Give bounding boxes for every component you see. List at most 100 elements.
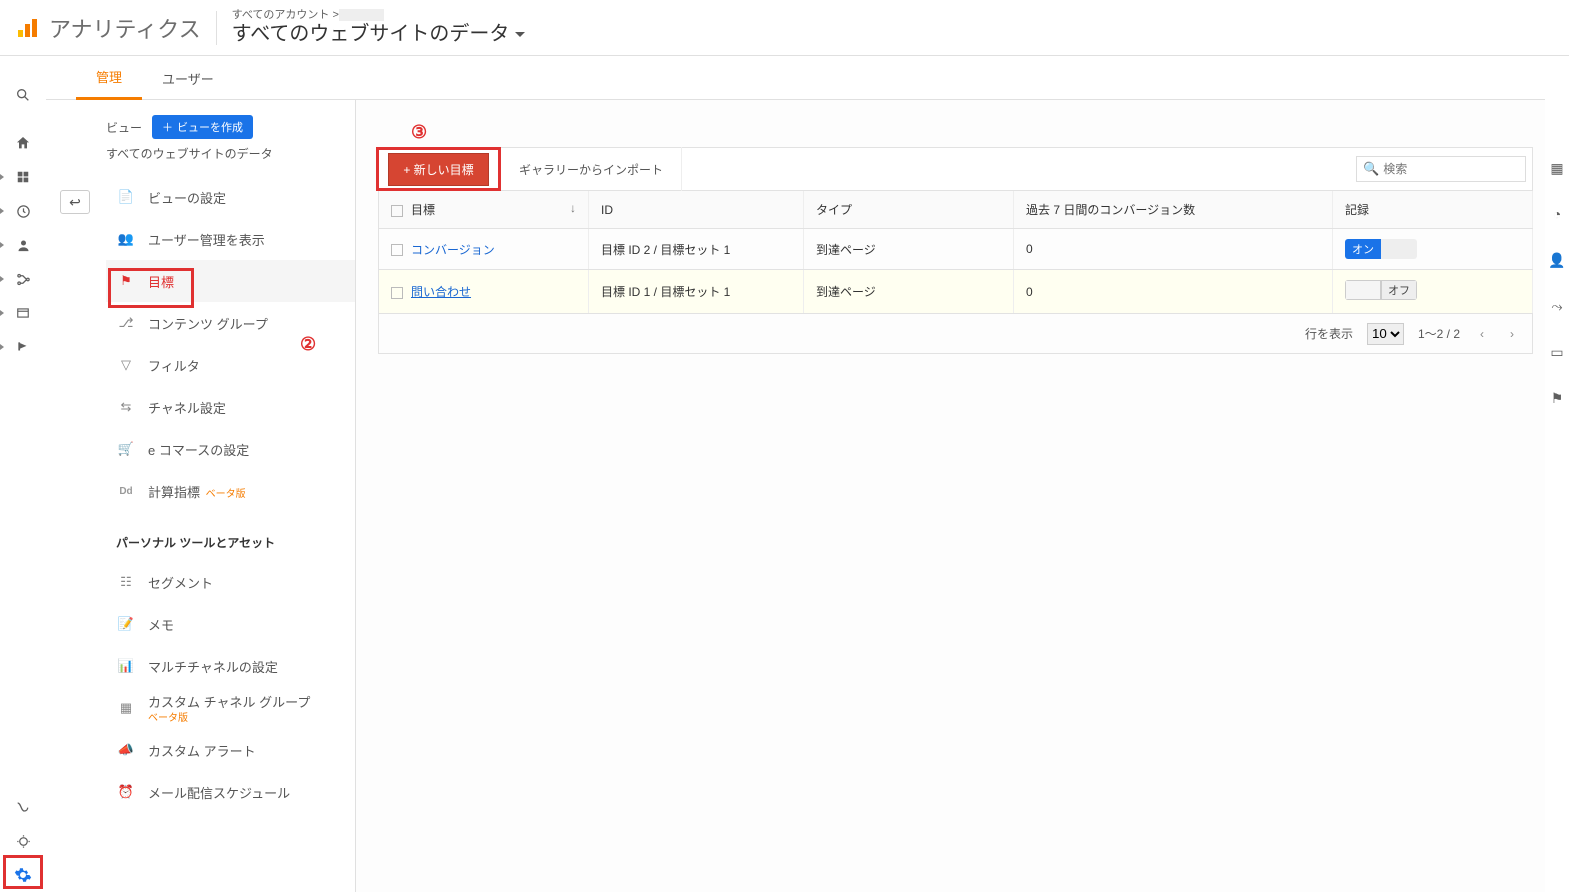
search-box[interactable]: 🔍: [1356, 156, 1526, 182]
note-icon: 📝: [116, 614, 136, 634]
cell-type: 到達ページ: [804, 270, 1014, 314]
right-dashboard-icon[interactable]: ▦: [1545, 158, 1569, 178]
right-nav-rail: ▦ ◔ 👤 ⤳ ▭ ⚑: [1545, 56, 1569, 408]
grid-icon: ▦: [116, 698, 136, 718]
search-icon[interactable]: [0, 78, 46, 112]
swap-icon: ⇆: [116, 397, 136, 417]
cart-icon: 🛒: [116, 439, 136, 459]
sidebar-item-channel[interactable]: ⇆ チャネル設定: [106, 386, 355, 428]
dd-icon: Dd: [116, 481, 136, 501]
sidebar-item-filter[interactable]: ▽ フィルタ: [106, 344, 355, 386]
bar-icon: 📊: [116, 656, 136, 676]
flag-icon: ⚑: [116, 271, 136, 291]
clock-icon: ⏰: [116, 782, 136, 802]
cell-count: 0: [1014, 229, 1333, 270]
back-button[interactable]: ↩: [60, 190, 90, 214]
rows-select[interactable]: 10: [1367, 323, 1404, 345]
prev-page-button[interactable]: ‹: [1474, 327, 1490, 341]
account-picker[interactable]: すべてのアカウント > すべてのウェブサイトのデータ: [232, 9, 526, 46]
sidebar-item-custom-channel[interactable]: ▦ カスタム チャネル グループ ベータ版: [106, 687, 355, 729]
realtime-icon[interactable]: [0, 194, 46, 228]
goals-table: 目標↓ ID タイプ 過去 7 日間のコンバージョン数 記録 コンバージョン 目…: [378, 191, 1533, 314]
goal-link[interactable]: 問い合わせ: [411, 285, 471, 299]
branch-icon: ⎇: [116, 313, 136, 333]
sidebar-item-calc-metric[interactable]: Dd 計算指標 ベータ版: [106, 470, 355, 512]
attribution-icon[interactable]: [0, 790, 46, 824]
admin-tabs: 管理 ユーザー: [46, 56, 1545, 100]
tab-admin[interactable]: 管理: [76, 56, 142, 100]
col-record[interactable]: 記録: [1333, 191, 1533, 229]
cell-type: 到達ページ: [804, 229, 1014, 270]
record-toggle[interactable]: オフ: [1345, 280, 1417, 300]
discover-icon[interactable]: [0, 824, 46, 858]
header-separator: [216, 11, 217, 45]
app-header: アナリティクス すべてのアカウント > すべてのウェブサイトのデータ: [0, 0, 1569, 56]
col-count[interactable]: 過去 7 日間のコンバージョン数: [1014, 191, 1333, 229]
annotation-2: ②: [300, 334, 316, 355]
sidebar-item-view-settings[interactable]: 📄 ビューの設定: [106, 176, 355, 218]
search-input[interactable]: [1383, 162, 1519, 176]
admin-gear-icon[interactable]: [0, 858, 46, 892]
right-acquisition-icon[interactable]: ⤳: [1545, 296, 1569, 316]
annotation-box-3: + 新しい目標: [376, 147, 501, 191]
sidebar-item-mail-schedule[interactable]: ⏰ メール配信スケジュール: [106, 771, 355, 813]
segment-icon: ☷: [116, 572, 136, 592]
conversions-icon[interactable]: [0, 330, 46, 364]
col-id[interactable]: ID: [589, 191, 804, 229]
view-name-small: すべてのウェブサイトのデータ: [106, 145, 355, 162]
sidebar-item-custom-alert[interactable]: 📣 カスタム アラート: [106, 729, 355, 771]
cell-id: 目標 ID 2 / 目標セット 1: [589, 229, 804, 270]
home-icon[interactable]: [0, 126, 46, 160]
left-nav-rail: [0, 56, 46, 892]
customize-icon[interactable]: [0, 160, 46, 194]
breadcrumb: すべてのアカウント >: [232, 9, 526, 22]
import-gallery-button[interactable]: ギャラリーからインポート: [501, 147, 682, 191]
right-audience-icon[interactable]: 👤: [1545, 250, 1569, 270]
create-view-button[interactable]: ＋ビューを作成: [152, 115, 253, 139]
sidebar-item-user-mgmt[interactable]: 👥 ユーザー管理を表示: [106, 218, 355, 260]
sidebar-section-personal: パーソナル ツールとアセット: [106, 512, 355, 561]
users-icon: 👥: [116, 229, 136, 249]
new-goal-button[interactable]: + 新しい目標: [388, 153, 488, 186]
caret-down-icon: [515, 32, 525, 37]
cell-count: 0: [1014, 270, 1333, 314]
behavior-icon[interactable]: [0, 296, 46, 330]
audience-icon[interactable]: [0, 228, 46, 262]
product-title: アナリティクス: [49, 12, 201, 44]
funnel-icon: ▽: [116, 355, 136, 375]
sidebar-item-memo[interactable]: 📝 メモ: [106, 603, 355, 645]
view-name: すべてのウェブサイトのデータ: [232, 22, 510, 46]
right-behavior-icon[interactable]: ▭: [1545, 342, 1569, 362]
row-checkbox[interactable]: [391, 244, 403, 256]
ga-logo-icon: [15, 16, 39, 40]
right-realtime-icon[interactable]: ◔: [1545, 204, 1569, 224]
table-row: 問い合わせ 目標 ID 1 / 目標セット 1 到達ページ 0 オフ: [379, 270, 1533, 314]
sidebar-item-ecommerce[interactable]: 🛒 e コマースの設定: [106, 428, 355, 470]
acquisition-icon[interactable]: [0, 262, 46, 296]
goals-toolbar: + 新しい目標 ギャラリーからインポート 🔍: [378, 147, 1533, 191]
col-goal[interactable]: 目標↓: [379, 191, 589, 229]
row-checkbox[interactable]: [391, 287, 403, 299]
sidebar-item-multichannel[interactable]: 📊 マルチチャネルの設定: [106, 645, 355, 687]
table-pager: 行を表示 10 1～2 / 2 ‹ ›: [378, 314, 1533, 354]
sort-down-icon: ↓: [570, 201, 576, 215]
sidebar-item-content-group[interactable]: ⎇ コンテンツ グループ: [106, 302, 355, 344]
content-area: 管理 ユーザー ビュー ＋ビューを作成 すべてのウェブサイトのデータ ↩ 📄 ビ…: [46, 56, 1545, 892]
goals-main-pane: ③ + 新しい目標 ギャラリーからインポート 🔍 目標↓ ID: [356, 100, 1545, 892]
admin-view-sidebar: ビュー ＋ビューを作成 すべてのウェブサイトのデータ ↩ 📄 ビューの設定 👥 …: [46, 100, 356, 892]
next-page-button[interactable]: ›: [1504, 327, 1520, 341]
rows-label: 行を表示: [1305, 325, 1353, 342]
record-toggle[interactable]: オン: [1345, 239, 1417, 259]
right-conversions-icon[interactable]: ⚑: [1545, 388, 1569, 408]
annotation-3: ③: [411, 122, 1533, 143]
tab-user[interactable]: ユーザー: [142, 56, 234, 100]
range-label: 1～2 / 2: [1418, 325, 1460, 342]
sidebar-item-segment[interactable]: ☷ セグメント: [106, 561, 355, 603]
search-icon: 🔍: [1363, 161, 1379, 177]
cell-id: 目標 ID 1 / 目標セット 1: [589, 270, 804, 314]
select-all-checkbox[interactable]: [391, 205, 403, 217]
col-type[interactable]: タイプ: [804, 191, 1014, 229]
goal-link[interactable]: コンバージョン: [411, 243, 495, 257]
megaphone-icon: 📣: [116, 740, 136, 760]
sidebar-item-goals[interactable]: ⚑ 目標: [106, 260, 355, 302]
